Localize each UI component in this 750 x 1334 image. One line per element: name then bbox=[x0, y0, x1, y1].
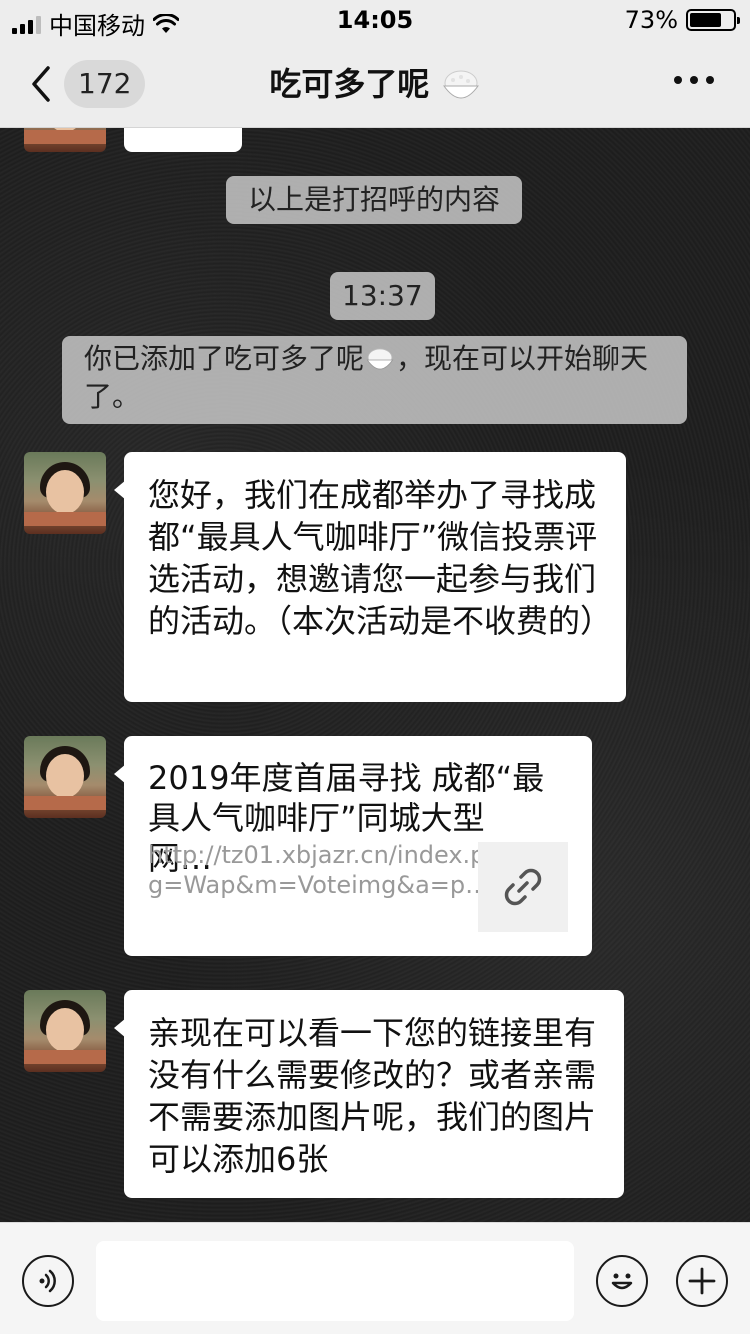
contact-avatar[interactable] bbox=[24, 452, 106, 534]
status-bar: 中国移动 14:05 73% bbox=[0, 0, 750, 40]
message-input[interactable] bbox=[96, 1241, 574, 1321]
voice-icon bbox=[39, 1269, 56, 1293]
battery-level bbox=[690, 13, 721, 27]
battery-icon bbox=[686, 9, 740, 31]
rice-bowl-icon bbox=[442, 70, 479, 99]
chat-title-text: 吃可多了呢 bbox=[269, 65, 430, 103]
voice-button[interactable] bbox=[22, 1255, 74, 1307]
message-text: 亲现在可以看一下您的链接里有没有什么需要修改的？或者亲需不需要添加图片呢，我们的… bbox=[148, 1014, 597, 1178]
message-bubble[interactable]: 您好，我们在成都举办了寻找成都“最具人气咖啡厅”微信投票评选活动，想邀请您一起参… bbox=[114, 452, 626, 702]
link-url: http://tz01.xbjazr.cn/index.php?g=Wap&m=… bbox=[148, 841, 529, 899]
more-functions-button[interactable] bbox=[676, 1255, 728, 1307]
link-icon bbox=[504, 868, 542, 906]
nav-bar: 172 吃可多了呢 bbox=[0, 40, 750, 128]
status-right: 73% bbox=[624, 6, 740, 34]
contact-avatar[interactable] bbox=[24, 736, 106, 818]
chat-timestamp: 13:37 bbox=[330, 272, 435, 320]
contact-avatar[interactable] bbox=[24, 128, 106, 152]
chat-area[interactable]: 以上是打招呼的内容 13:37 你已添加了吃可多了呢 ，现在可以开始聊天了。 您… bbox=[0, 128, 750, 1222]
message-text: 您好，我们在成都举办了寻找成都“最具人气咖啡厅”微信投票评选活动，想邀请您一起参… bbox=[148, 476, 613, 640]
chat-title: 吃可多了呢 bbox=[0, 62, 750, 106]
previous-message-bubble[interactable] bbox=[124, 128, 242, 152]
plus-icon bbox=[688, 1267, 716, 1295]
system-added-prefix: 你已添加了吃可多了呢 bbox=[84, 342, 365, 375]
rice-bowl-icon bbox=[366, 348, 394, 370]
contact-avatar[interactable] bbox=[24, 990, 106, 1072]
more-options-button[interactable] bbox=[674, 76, 714, 84]
link-card[interactable]: 2019年度首届寻找 成都“最具人气咖啡厅”同城大型网… http://tz01… bbox=[114, 736, 592, 956]
message-bubble[interactable]: 亲现在可以看一下您的链接里有没有什么需要修改的？或者亲需不需要添加图片呢，我们的… bbox=[114, 990, 624, 1198]
input-bar bbox=[0, 1222, 750, 1334]
emoji-button[interactable] bbox=[596, 1255, 648, 1307]
system-added-notice: 你已添加了吃可多了呢 ，现在可以开始聊天了。 bbox=[62, 336, 687, 424]
link-thumbnail bbox=[478, 842, 568, 932]
system-greeting-notice: 以上是打招呼的内容 bbox=[226, 176, 523, 224]
emoji-icon bbox=[611, 1273, 633, 1290]
battery-percent: 73% bbox=[624, 6, 678, 34]
